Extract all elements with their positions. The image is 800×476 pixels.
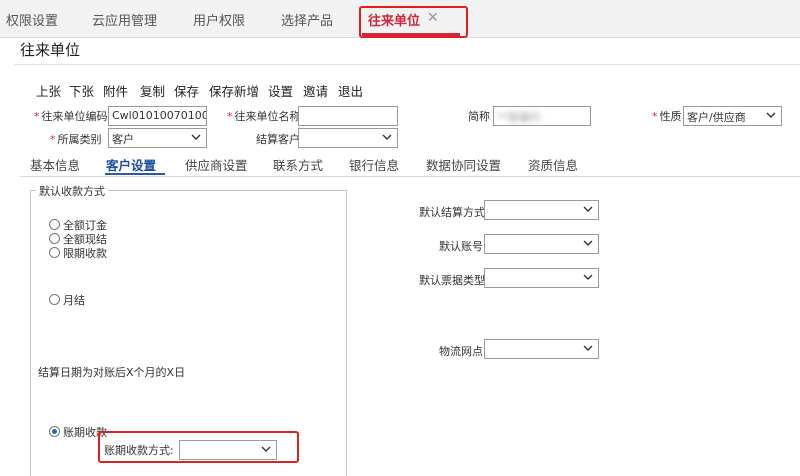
abbr-value: **安装行 [497,111,541,124]
settle-date-note: 结算日期为对账后X个月的X日 [38,366,186,379]
toolbar-save-new-button[interactable]: 保存新增 [209,81,259,100]
chevron-down-icon [382,134,392,140]
window-title: 往来单位 [20,41,81,59]
abbr-input[interactable]: **安装行 [493,106,591,126]
toolbar-copy-button[interactable]: 复制 [140,81,165,100]
default-bill-type-label: 默认票据类型 [419,274,485,287]
highlight-box-tab [359,6,468,38]
default-settle-method-label: 默认结算方式 [419,206,485,219]
logistics-point-select[interactable] [484,339,599,359]
chevron-down-icon [583,274,593,280]
toolbar-settings-button[interactable]: 设置 [268,81,293,100]
category-label: * 所属类别 [50,133,102,146]
tab-user-permissions[interactable]: 用户权限 [193,10,245,29]
nature-select[interactable]: 客户/供应商 [683,106,782,126]
default-account-label: 默认账号 [439,240,483,253]
toolbar-prev-button[interactable]: 上张 [36,81,61,100]
radio-full-deposit[interactable] [49,219,60,230]
category-value: 客户 [112,133,134,146]
tab-cloud-app-management[interactable]: 云应用管理 [92,10,157,29]
subtab-customer-settings[interactable]: 客户设置 [106,155,156,174]
radio-monthly-label: 月结 [63,294,85,307]
nature-label: * 性质 [652,110,682,123]
title-separator [14,64,800,65]
receipt-method-legend: 默认收款方式 [36,183,108,199]
radio-credit-term[interactable] [49,426,60,437]
settle-customer-label: 结算客户 [256,133,300,146]
toolbar-next-button[interactable]: 下张 [69,81,94,100]
subtab-supplier-settings[interactable]: 供应商设置 [185,155,248,174]
nature-value: 客户/供应商 [687,111,746,124]
radio-full-cash[interactable] [49,233,60,244]
chevron-down-icon [583,206,593,212]
subtab-data-sync-settings[interactable]: 数据协同设置 [426,155,501,174]
radio-limited-term-label: 限期收款 [63,247,107,260]
subtab-basic-info[interactable]: 基本信息 [30,155,80,174]
name-input[interactable] [298,106,398,126]
toolbar-invite-button[interactable]: 邀请 [303,81,328,100]
subtab-bank-info[interactable]: 银行信息 [349,155,399,174]
category-select[interactable]: 客户 [108,128,207,148]
chevron-down-icon [583,240,593,246]
settle-customer-select[interactable] [298,128,398,148]
subtab-qualification[interactable]: 资质信息 [528,155,578,174]
code-label: * 往来单位编码 [34,110,108,123]
toolbar-exit-button[interactable]: 退出 [338,81,363,100]
radio-monthly[interactable] [49,294,60,305]
active-subtab-indicator [105,173,165,175]
highlight-box-credit-method [98,431,299,463]
toolbar-attachment-button[interactable]: 附件 [103,81,128,100]
tab-permission-settings[interactable]: 权限设置 [6,10,58,29]
default-settle-method-select[interactable] [484,200,599,220]
tab-select-product[interactable]: 选择产品 [281,10,333,29]
chevron-down-icon [583,345,593,351]
default-account-select[interactable] [484,234,599,254]
chevron-down-icon [191,134,201,140]
logistics-point-label: 物流网点 [439,345,483,358]
subtab-baseline [20,176,800,177]
toolbar-save-button[interactable]: 保存 [174,81,199,100]
radio-limited-term[interactable] [49,247,60,258]
chevron-down-icon [766,112,776,118]
name-label: * 往来单位名称 [227,110,301,123]
default-bill-type-select[interactable] [484,268,599,288]
subtab-contact[interactable]: 联系方式 [273,155,323,174]
code-input[interactable]: Cwl01010070100... [108,106,207,126]
abbr-label: 简称 [468,110,490,123]
